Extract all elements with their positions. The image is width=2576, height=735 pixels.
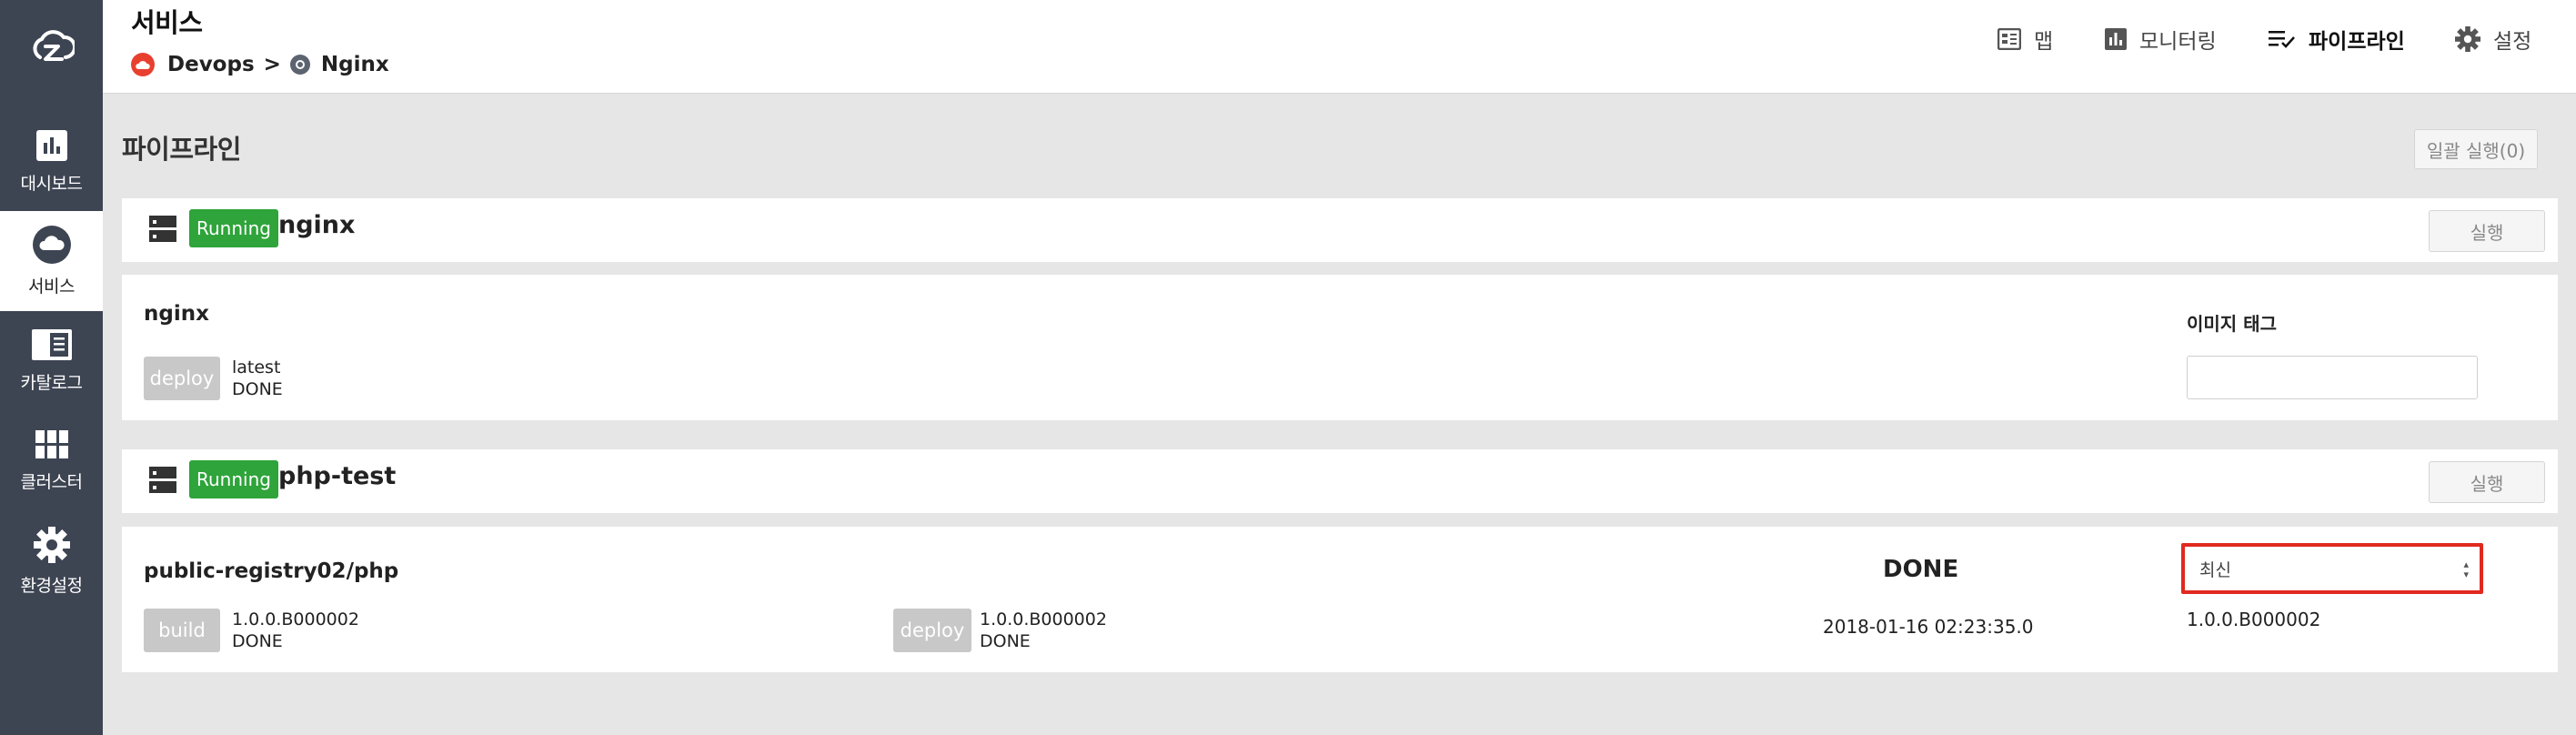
status-badge: Running xyxy=(189,209,278,247)
stage-tag: 1.0.0.B000002 xyxy=(980,609,1107,629)
stage-tag: 1.0.0.B000002 xyxy=(232,609,359,629)
pipeline-timestamp: 2018-01-16 02:23:35.0 xyxy=(1823,616,2034,638)
breadcrumb-project[interactable]: Devops xyxy=(167,53,255,76)
map-icon xyxy=(1997,28,2021,50)
list-check-icon xyxy=(2269,31,2295,48)
sidebar-item-service[interactable]: 서비스 xyxy=(0,211,103,311)
stage-status: DONE xyxy=(232,631,283,651)
stage-deploy-button[interactable]: deploy xyxy=(144,357,220,400)
page-title: 파이프라인 xyxy=(122,134,241,165)
stage-status: DONE xyxy=(980,631,1031,651)
pipeline-name: nginx xyxy=(278,211,356,239)
sidebar-item-label: 대시보드 xyxy=(20,173,83,194)
page-header-title: 서비스 xyxy=(131,7,203,38)
sidebar-item-label: 클러스터 xyxy=(20,471,83,492)
server-icon xyxy=(149,467,176,493)
gear-icon xyxy=(33,526,70,563)
logo[interactable] xyxy=(0,0,103,94)
gear-icon xyxy=(2455,26,2480,52)
repo-name: nginx xyxy=(144,302,209,326)
grid-icon xyxy=(35,429,68,458)
sidebar-item-label: 카탈로그 xyxy=(20,372,83,393)
status-badge: Running xyxy=(189,460,278,498)
menu-map-label: 맵 xyxy=(2034,30,2054,54)
stage-tag: latest xyxy=(232,357,281,378)
menu-pipeline[interactable]: 파이프라인 xyxy=(2269,24,2405,55)
header: 서비스 Devops > Nginx 맵 모니터링 파이프라인 설정 xyxy=(103,0,2576,94)
stage-info: 1.0.0.B000002 DONE xyxy=(980,609,1107,652)
sidebar-item-dashboard[interactable]: 대시보드 xyxy=(0,112,103,212)
stage-build-button[interactable]: build xyxy=(144,609,220,652)
chart-icon xyxy=(2105,28,2127,50)
breadcrumb: Devops > Nginx xyxy=(131,53,389,76)
sidebar-item-catalog[interactable]: 카탈로그 xyxy=(0,311,103,411)
stage-deploy-button[interactable]: deploy xyxy=(893,609,971,652)
cloud-icon xyxy=(32,225,71,264)
tag-select-value: 최신 xyxy=(2199,559,2231,580)
tag-select[interactable]: 최신 ▴ ▾ xyxy=(2181,543,2483,594)
pipeline-header-nginx: Running nginx 실행 xyxy=(122,198,2558,262)
server-icon xyxy=(149,216,176,242)
service-icon xyxy=(289,55,310,75)
menu-pipeline-label: 파이프라인 xyxy=(2309,30,2405,54)
breadcrumb-separator: > xyxy=(263,53,281,76)
pipeline-body-nginx: nginx deploy latest DONE 이미지 태그 xyxy=(122,275,2558,420)
logo-icon xyxy=(33,29,75,61)
sidebar: 대시보드 서비스 카탈로그 클러스터 환경설정 xyxy=(0,0,103,735)
sidebar-item-label: 환경설정 xyxy=(20,575,83,596)
sidebar-item-cluster[interactable]: 클러스터 xyxy=(0,411,103,511)
run-button[interactable]: 실행 xyxy=(2429,210,2545,252)
repo-name: public-registry02/php xyxy=(144,559,399,583)
dashboard-icon xyxy=(35,129,67,161)
pipeline-status: DONE xyxy=(1883,556,1959,583)
stage-info: latest DONE xyxy=(232,357,283,400)
sidebar-item-label: 서비스 xyxy=(28,276,75,297)
batch-run-button[interactable]: 일괄 실행(0) xyxy=(2414,129,2538,169)
menu-monitoring[interactable]: 모니터링 xyxy=(2105,24,2217,55)
cloud-icon xyxy=(131,53,155,76)
menu-map[interactable]: 맵 xyxy=(1997,24,2053,55)
menu-settings-label: 설정 xyxy=(2493,30,2532,54)
stage-info: 1.0.0.B000002 DONE xyxy=(232,609,359,652)
run-button[interactable]: 실행 xyxy=(2429,461,2545,503)
image-tag-label: 이미지 태그 xyxy=(2187,313,2277,335)
current-tag: 1.0.0.B000002 xyxy=(2187,609,2321,630)
menu-monitoring-label: 모니터링 xyxy=(2139,30,2217,54)
sidebar-item-settings[interactable]: 환경설정 xyxy=(0,511,103,611)
pipeline-name: php-test xyxy=(278,462,397,490)
pipeline-header-php-test: Running php-test 실행 xyxy=(122,449,2558,513)
select-arrow-icon: ▴ ▾ xyxy=(2463,559,2469,580)
menu-settings[interactable]: 설정 xyxy=(2455,24,2531,55)
pipeline-body-php-test: public-registry02/php build 1.0.0.B00000… xyxy=(122,527,2558,672)
stage-status: DONE xyxy=(232,379,283,399)
catalog-icon xyxy=(31,328,72,360)
image-tag-input[interactable] xyxy=(2187,356,2478,399)
breadcrumb-service[interactable]: Nginx xyxy=(321,53,389,76)
